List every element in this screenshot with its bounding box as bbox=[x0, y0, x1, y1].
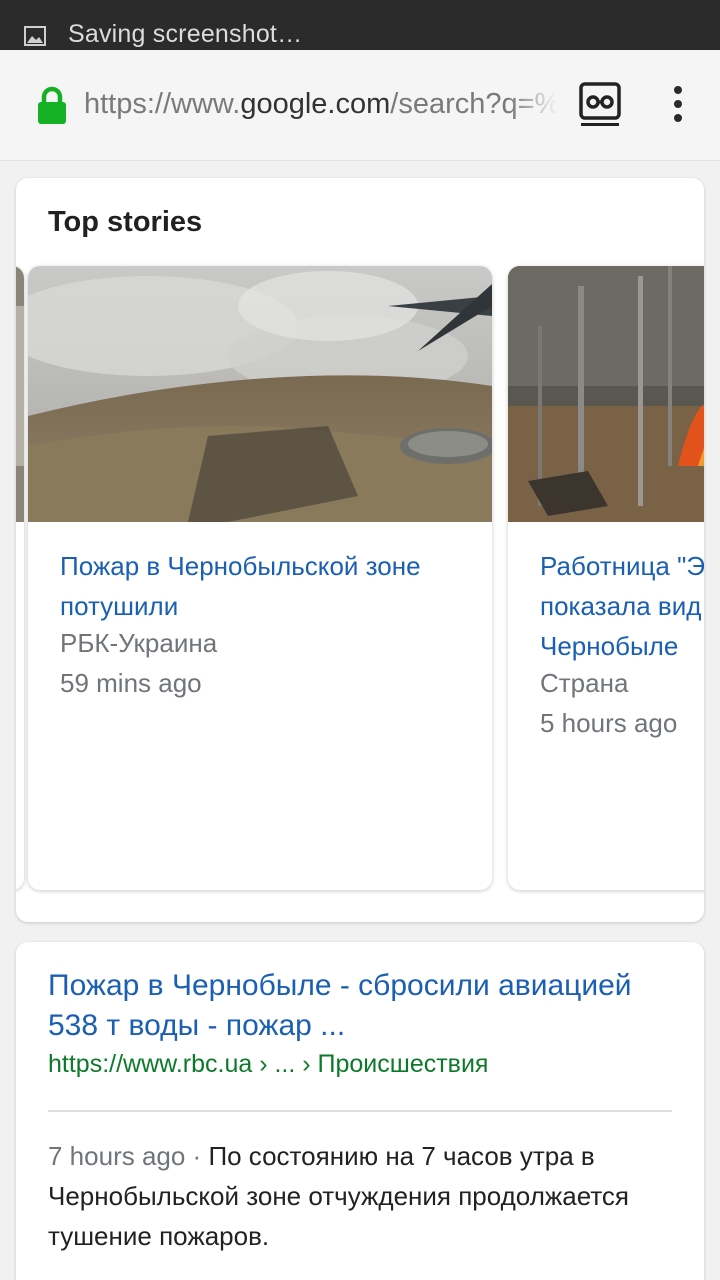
url-bar: https://www.google.com/search?q=% bbox=[0, 50, 720, 161]
story-headline-line: Чернобыле bbox=[540, 631, 679, 661]
story-image bbox=[28, 266, 492, 522]
incognito-tab-icon[interactable] bbox=[578, 80, 622, 130]
result-age-separator: · bbox=[185, 1141, 209, 1171]
story-headline-line: Работница "Эн bbox=[540, 551, 704, 581]
search-result-card: Пожар в Чернобыле - сбросили авиацией 53… bbox=[16, 942, 704, 1280]
image-icon bbox=[24, 26, 46, 46]
top-stories-card: Top stories Пожар в Чернобыльской зоне п… bbox=[16, 178, 704, 922]
story-card[interactable]: Пожар в Чернобыльской зоне потушили РБК-… bbox=[28, 266, 492, 890]
result-title-link[interactable]: Пожар в Чернобыле - сбросили авиацией 53… bbox=[48, 966, 668, 1046]
url-prefix: https://www. bbox=[84, 88, 241, 120]
story-time: 59 mins ago bbox=[60, 668, 202, 698]
story-image bbox=[508, 266, 704, 522]
story-image bbox=[16, 266, 24, 522]
overflow-menu-icon[interactable] bbox=[664, 86, 692, 126]
story-card[interactable]: Работница "Эн показала вид Чернобыле Стр… bbox=[508, 266, 704, 890]
url-fade bbox=[510, 80, 558, 136]
story-card-previous[interactable] bbox=[16, 266, 24, 890]
story-source: Страна bbox=[540, 668, 629, 698]
result-snippet: 7 hours ago · По состоянию на 7 часов ут… bbox=[48, 1136, 678, 1256]
notification-text: Saving screenshot… bbox=[68, 20, 303, 48]
story-headline[interactable]: Пожар в Чернобыльской зоне потушили bbox=[60, 546, 480, 626]
url-host: google.com bbox=[240, 88, 391, 120]
top-stories-heading: Top stories bbox=[48, 206, 203, 238]
story-time: 5 hours ago bbox=[540, 708, 678, 738]
address-field[interactable]: https://www.google.com/search?q=% bbox=[84, 88, 556, 128]
story-headline-line: показала вид bbox=[540, 591, 702, 621]
story-headline[interactable]: Работница "Эн показала вид Чернобыле bbox=[540, 546, 704, 666]
status-bar: Saving screenshot… bbox=[0, 0, 720, 50]
divider bbox=[48, 1110, 672, 1112]
result-age: 7 hours ago bbox=[48, 1141, 186, 1171]
result-url-breadcrumb[interactable]: https://www.rbc.ua › ... › Происшествия bbox=[48, 1050, 488, 1079]
lock-icon[interactable] bbox=[36, 86, 68, 126]
story-source: РБК-Украина bbox=[60, 628, 218, 658]
